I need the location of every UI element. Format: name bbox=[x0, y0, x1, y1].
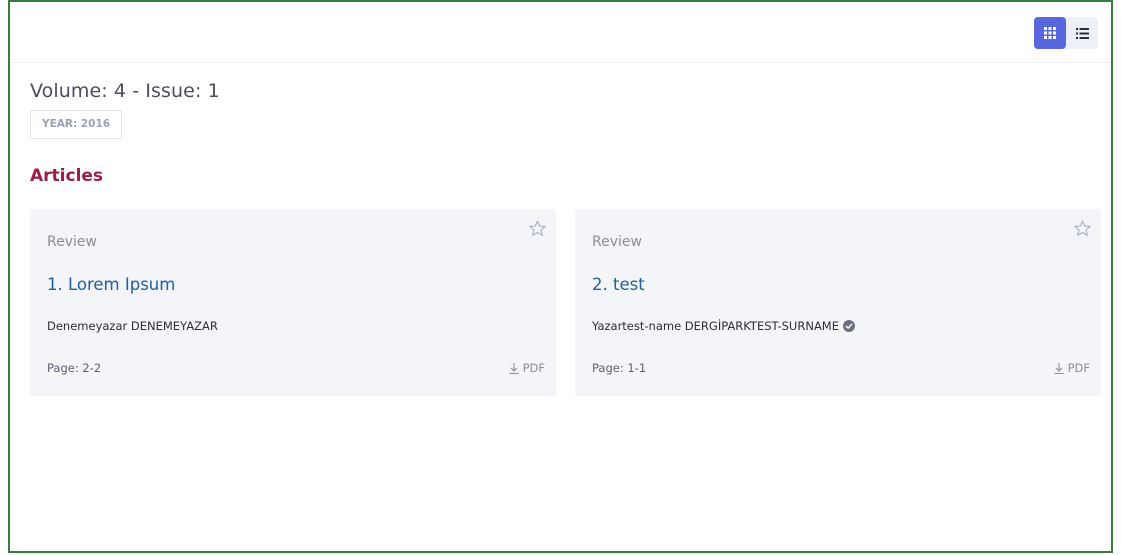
pdf-download-link[interactable]: PDF bbox=[1054, 361, 1090, 375]
issue-title: Volume: 4 - Issue: 1 bbox=[30, 80, 220, 102]
article-title-link[interactable]: 2. test bbox=[592, 275, 645, 294]
toolbar bbox=[10, 2, 1111, 63]
article-list: Review 1. Lorem Ipsum Denemeyazar DENEME… bbox=[30, 209, 1101, 399]
article-authors: Yazartest-name DERGİPARKTEST-SURNAME bbox=[592, 319, 855, 333]
pdf-label: PDF bbox=[1067, 361, 1090, 375]
grid-view-button[interactable] bbox=[1034, 17, 1066, 49]
download-icon bbox=[509, 362, 519, 374]
article-title-link[interactable]: 1. Lorem Ipsum bbox=[47, 275, 175, 294]
download-icon bbox=[1054, 362, 1064, 374]
article-pages: Page: 1-1 bbox=[592, 361, 647, 375]
star-icon[interactable] bbox=[528, 219, 547, 238]
verified-check-icon bbox=[843, 320, 855, 332]
view-toggle bbox=[1034, 17, 1098, 49]
article-authors: Denemeyazar DENEMEYAZAR bbox=[47, 319, 218, 333]
article-card: Review 1. Lorem Ipsum Denemeyazar DENEME… bbox=[30, 209, 556, 396]
pdf-download-link[interactable]: PDF bbox=[509, 361, 545, 375]
article-pages: Page: 2-2 bbox=[47, 361, 102, 375]
year-badge: YEAR: 2016 bbox=[30, 110, 123, 139]
issue-panel: Volume: 4 - Issue: 1 YEAR: 2016 Articles… bbox=[8, 0, 1113, 553]
list-icon bbox=[1075, 27, 1089, 39]
article-type: Review bbox=[592, 234, 642, 250]
article-card: Review 2. test Yazartest-name DERGİPARKT… bbox=[575, 209, 1101, 396]
grid-icon bbox=[1044, 27, 1056, 39]
section-title: Articles bbox=[30, 166, 104, 186]
author-name[interactable]: Denemeyazar DENEMEYAZAR bbox=[47, 319, 218, 333]
list-view-button[interactable] bbox=[1066, 17, 1098, 49]
star-icon[interactable] bbox=[1073, 219, 1092, 238]
author-name[interactable]: Yazartest-name DERGİPARKTEST-SURNAME bbox=[592, 319, 839, 333]
issue-content: Volume: 4 - Issue: 1 YEAR: 2016 Articles… bbox=[10, 80, 1111, 399]
article-type: Review bbox=[47, 234, 97, 250]
pdf-label: PDF bbox=[522, 361, 545, 375]
